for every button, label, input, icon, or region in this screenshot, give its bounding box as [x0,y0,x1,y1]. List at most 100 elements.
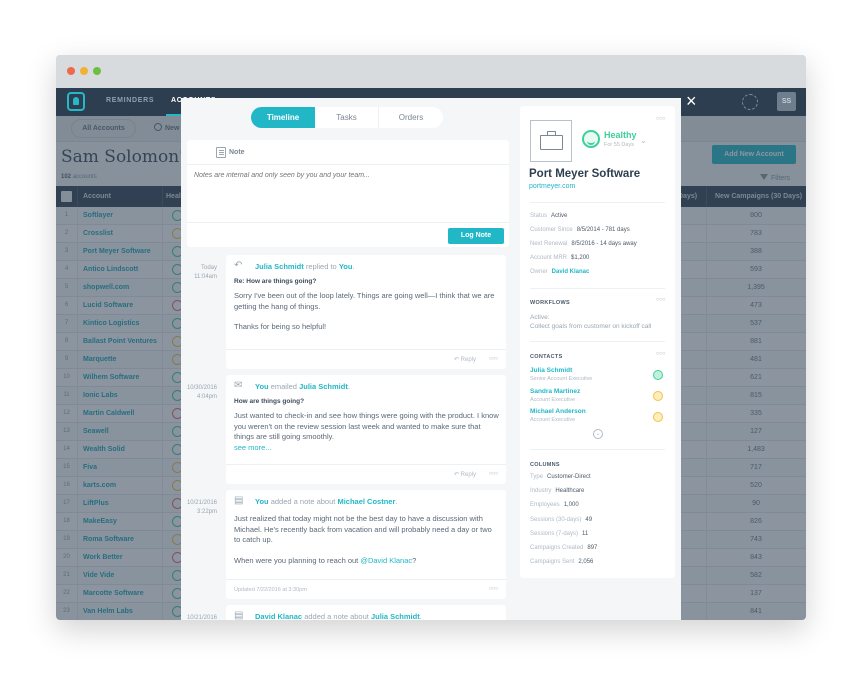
title-bar [56,55,806,88]
health-status[interactable]: Healthy [604,130,637,140]
mention-link[interactable]: @David Klanac [360,556,412,565]
close-window-button[interactable] [67,67,75,75]
more-options-icon[interactable]: ○○○ [656,116,666,122]
gear-icon[interactable] [742,94,758,110]
column-field-key: Type [530,474,544,480]
contact-name-link[interactable]: Sandra Martinez [530,388,580,395]
column-field: Sessions (30-days) 49 [530,517,592,523]
tab-timeline[interactable]: Timeline [251,107,315,128]
more-options-icon[interactable]: ○○○ [489,586,499,592]
company-url-link[interactable]: portmeyer.com [529,183,575,190]
contact-role: Account Executive [530,417,576,423]
timeline-date: 10/21/2016 3:22pm [181,499,217,517]
contact-name-link[interactable]: Michael Anderson [530,408,586,415]
contacts-heading: CONTACTS [530,354,563,360]
workflow-active-label: Active: [530,314,550,321]
actor-link[interactable]: You [255,497,269,506]
note-input[interactable] [194,172,499,179]
workflows-heading: WORKFLOWS [530,300,570,306]
body-paragraph: Thanks for being so helpful! [234,322,327,331]
divider [187,222,509,223]
divider [530,341,665,342]
column-field: Type Customer-Direct [530,474,591,480]
detail-key: Status [530,213,548,219]
owner-link[interactable]: David Klanac [552,269,590,275]
more-options-icon[interactable]: ○○○ [656,297,666,303]
timeline-card: ✉ You emailed Julia Schmidt. How are thi… [226,375,506,484]
column-field-key: Sessions (7-days) [530,531,579,537]
reply-label: Reply [460,472,476,478]
updated-timestamp: Updated 7/22/2016 at 3:30pm [234,587,307,593]
timeline-body: Sorry I've been out of the loop lately. … [234,291,500,343]
detail-next-renewal: Next Renewal 8/5/2016 - 14 days away [530,241,637,247]
column-field-value: 49 [585,517,593,523]
timeline-headline: Julia Schmidt replied to You. [255,262,355,271]
company-name: Port Meyer Software [529,168,641,180]
column-field: Employees 1,000 [530,502,579,508]
minimize-window-button[interactable] [80,67,88,75]
body-text: ? [412,555,417,565]
column-field: Sessions (7-days) 11 [530,531,588,537]
note-icon: ▤ [234,610,244,621]
column-field-key: Campaigns Created [530,545,584,551]
target-link[interactable]: Julia Schmidt [299,382,348,391]
column-field-key: Industry [530,488,552,494]
more-options-icon[interactable]: ○○○ [489,471,499,477]
reply-button[interactable]: ↶ Reply [454,356,476,363]
tab-tasks[interactable]: Tasks [315,107,379,128]
column-field-value: 11 [582,531,589,537]
nav-reminders[interactable]: REMINDERS [106,97,154,104]
reply-icon: ↶ [234,260,243,271]
more-options-icon[interactable]: ○○○ [656,351,666,357]
body-paragraph: Just wanted to check-in and see how thin… [234,411,499,441]
note-composer-header: Note [187,140,509,165]
more-options-icon[interactable]: ○○○ [489,356,499,362]
detail-account-mrr: Account MRR $1,200 [530,255,589,261]
column-field-value: 1,000 [563,502,579,508]
reply-button[interactable]: ↶ Reply [454,471,476,478]
timeline-date-day: 10/21/2016 [186,615,217,620]
target-link[interactable]: Michael Costner [337,497,395,506]
detail-value: $1,200 [571,255,590,261]
column-field-key: Campaigns Sent [530,559,575,565]
healthy-face-icon [653,370,663,380]
see-more-link[interactable]: see more... [234,443,500,454]
timeline-card-footer: Updated 7/22/2016 at 3:30pm ○○○ [226,579,506,598]
detail-key: Customer Since [530,227,573,233]
target-link[interactable]: You [339,262,353,271]
body-paragraph: Sorry I've been out of the loop lately. … [234,291,495,311]
timeline-body: Just realized that today might not be th… [234,514,500,576]
contact-role: Senior Account Executive [530,376,593,382]
detail-customer-since: Customer Since 8/5/2014 - 781 days [530,227,630,233]
timeline-date-time: 3:22pm [196,509,217,515]
user-avatar[interactable]: SS [777,92,796,111]
columns-heading: COLUMNS [530,462,560,468]
tab-orders[interactable]: Orders [379,107,443,128]
expand-contacts-icon[interactable]: ⌄ [593,429,603,439]
chevron-down-icon[interactable]: ⌄ [640,136,647,145]
divider [530,288,665,289]
target-link[interactable]: Julia Schmidt [371,612,420,620]
workflow-description[interactable]: Collect goals from customer on kickoff c… [530,323,651,330]
contact-name-link[interactable]: Julia Schmidt [530,367,572,374]
verb: added a note about [270,497,336,506]
close-modal-icon[interactable]: × [686,92,697,110]
timeline-item: 10/30/2016 4:04pm ✉ You emailed Julia Sch… [181,375,511,485]
note-type-label: Note [229,149,245,156]
body-text: When were you planning to reach out [234,555,361,565]
healthy-face-icon [582,130,600,148]
reply-label: Reply [460,357,476,363]
actor-link[interactable]: You [255,382,269,391]
detail-status: Status Active [530,213,567,219]
app-logo-icon[interactable] [67,92,85,111]
contact-role: Account Executive [530,397,576,403]
note-icon [216,147,226,158]
actor-link[interactable]: Julia Schmidt [255,262,304,271]
body-paragraph: When were you planning to reach out @Dav… [234,556,500,567]
maximize-window-button[interactable] [93,67,101,75]
verb: added a note about [304,612,369,620]
timeline-card-footer: ↶ Reply ○○○ [226,349,506,368]
detail-value: 8/5/2014 - 781 days [576,227,630,233]
actor-link[interactable]: David Klanac [255,612,302,620]
log-note-button[interactable]: Log Note [448,228,504,244]
